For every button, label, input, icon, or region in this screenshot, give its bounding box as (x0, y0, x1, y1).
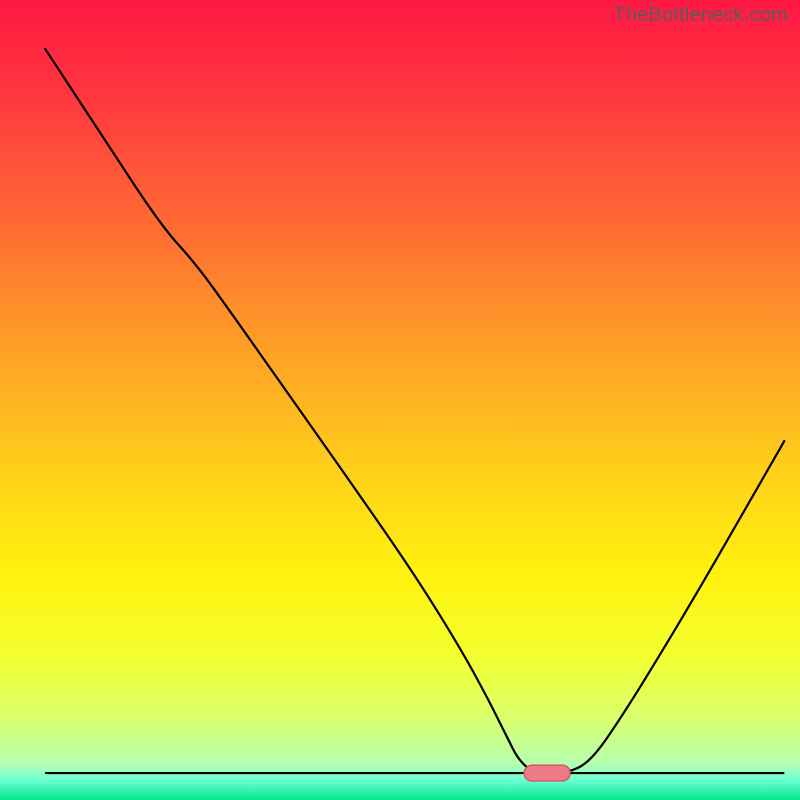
bottleneck-chart (0, 0, 800, 800)
gradient-background (0, 0, 800, 800)
chart-container: TheBottleneck.com (0, 0, 800, 800)
optimum-marker (524, 765, 570, 781)
watermark-text: TheBottleneck.com (613, 4, 788, 27)
